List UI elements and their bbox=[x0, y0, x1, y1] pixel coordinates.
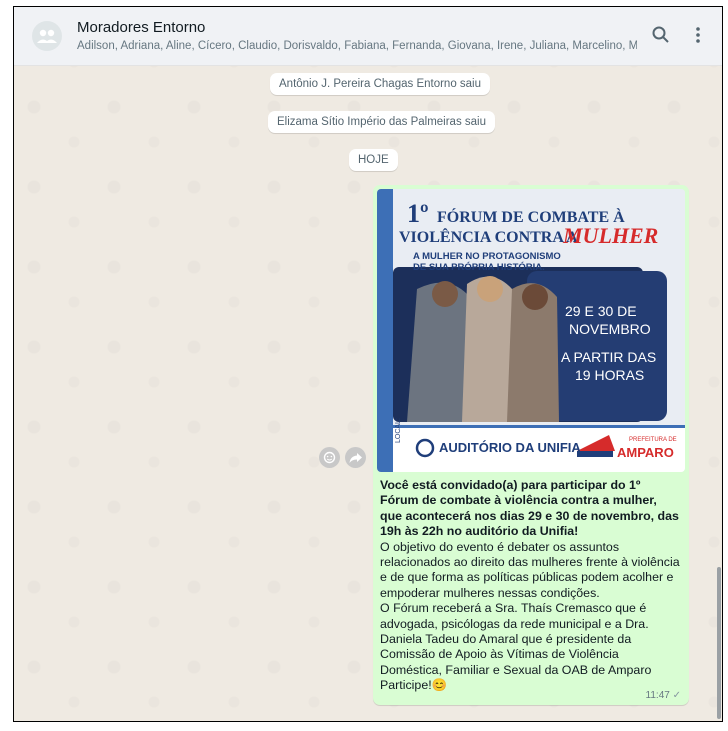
poster-logo-name: AMPARO bbox=[617, 445, 674, 460]
poster-date-2: NOVEMBRO bbox=[569, 321, 651, 337]
forward-icon[interactable] bbox=[345, 447, 366, 468]
poster-number: 1º bbox=[407, 199, 429, 228]
system-message: Antônio J. Pereira Chagas Entorno saiu bbox=[270, 73, 491, 95]
group-avatar-icon[interactable] bbox=[32, 21, 62, 51]
message-text: Você está convidado(a) para participar d… bbox=[380, 478, 680, 694]
message-timestamp: 11:47 ✓ bbox=[646, 690, 681, 701]
outgoing-message-bubble[interactable]: 1º FÓRUM DE COMBATE À VIOLÊNCIA CONTRA A… bbox=[373, 185, 689, 705]
chat-window: Moradores Entorno Adilson, Adriana, Alin… bbox=[13, 6, 723, 722]
menu-icon[interactable] bbox=[688, 25, 708, 45]
poster-subtitle-1: A MULHER NO PROTAGONISMO bbox=[413, 251, 561, 262]
system-message: Elizama Sítio Império das Palmeiras saiu bbox=[268, 111, 495, 133]
poster-title-line2: VIOLÊNCIA CONTRA A bbox=[399, 229, 578, 246]
chat-header[interactable]: Moradores Entorno Adilson, Adriana, Alin… bbox=[14, 7, 722, 66]
message-bold-intro: Você está convidado(a) para participar d… bbox=[380, 478, 679, 539]
scrollbar[interactable] bbox=[717, 567, 721, 719]
message-paragraph-3: Participe! bbox=[380, 678, 432, 693]
poster-highlight: MULHER bbox=[563, 223, 659, 248]
message-paragraph-2: O Fórum receberá a Sra. Thaís Cremasco q… bbox=[380, 601, 652, 677]
poster-date-1: 29 E 30 DE bbox=[565, 303, 637, 319]
emoji-reaction-icon[interactable] bbox=[319, 447, 340, 468]
poster-time-2: 19 HORAS bbox=[575, 367, 645, 383]
date-divider: HOJE bbox=[349, 149, 398, 171]
smile-emoji-icon: 😊 bbox=[431, 678, 448, 693]
search-icon[interactable] bbox=[651, 25, 671, 45]
group-members[interactable]: Adilson, Adriana, Aline, Cícero, Claudio… bbox=[77, 40, 637, 52]
poster-logo-top: PREFEITURA DE bbox=[629, 437, 677, 443]
poster-local-label: LOCAL: bbox=[395, 418, 402, 443]
poster-venue: AUDITÓRIO DA UNIFIA bbox=[439, 440, 581, 455]
sent-tick-icon: ✓ bbox=[672, 690, 681, 701]
event-poster-image[interactable]: 1º FÓRUM DE COMBATE À VIOLÊNCIA CONTRA A… bbox=[377, 189, 685, 472]
poster-subtitle-2: DE SUA PRÓPRIA HISTÓRIA. bbox=[413, 262, 545, 273]
message-time: 11:47 bbox=[645, 690, 670, 701]
poster-time-1: A PARTIR DAS bbox=[561, 349, 657, 365]
group-name[interactable]: Moradores Entorno bbox=[77, 19, 205, 36]
message-paragraph-1: O objetivo do evento é debater os assunt… bbox=[380, 539, 680, 600]
